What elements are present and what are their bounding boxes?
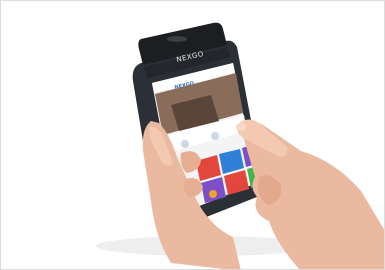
fingertip xyxy=(236,123,246,131)
screen-icon xyxy=(211,132,219,140)
product-photo: NEXGO NEXGO xyxy=(0,0,385,270)
tile-icon xyxy=(209,190,217,198)
screen-icon xyxy=(181,140,189,148)
pos-terminal-photo: NEXGO NEXGO xyxy=(96,22,384,269)
printer-slot xyxy=(167,36,187,42)
